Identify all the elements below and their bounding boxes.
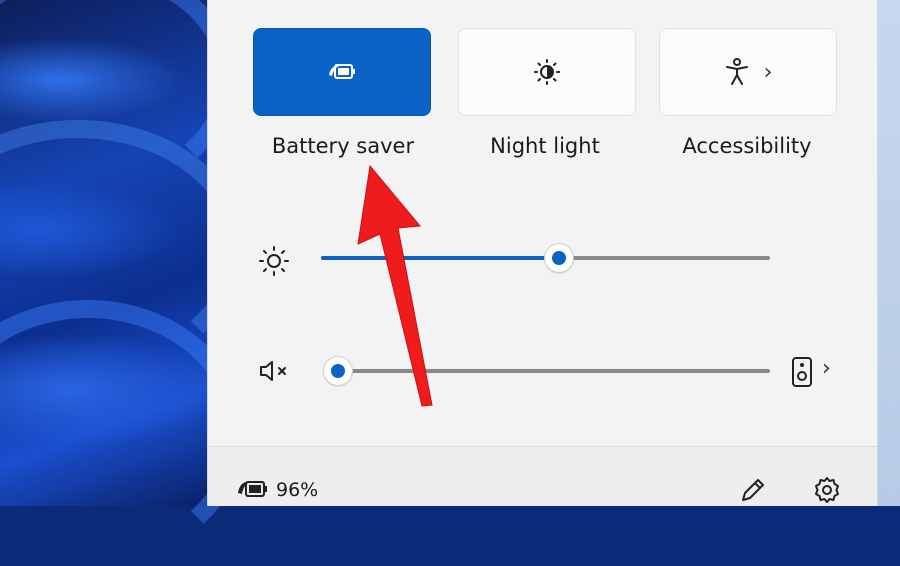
- night-light-icon: [534, 59, 560, 85]
- quick-settings-footer: 96%: [208, 447, 877, 506]
- night-light-tile[interactable]: [458, 28, 636, 116]
- pencil-icon[interactable]: [738, 475, 768, 505]
- night-light-label: Night light: [490, 134, 600, 158]
- desktop-wallpaper: [0, 0, 246, 566]
- brightness-slider-thumb[interactable]: [544, 244, 573, 272]
- quick-settings-panel: Battery saver Night light › Accessibilit…: [207, 0, 878, 506]
- accessibility-label: Accessibility: [682, 134, 812, 158]
- accessibility-tile[interactable]: ›: [659, 28, 837, 116]
- chevron-right-icon[interactable]: ›: [764, 60, 773, 85]
- battery-percent: 96%: [276, 479, 319, 501]
- volume-muted-icon[interactable]: [258, 358, 292, 384]
- speaker-icon[interactable]: [791, 356, 813, 388]
- gear-icon[interactable]: [812, 475, 842, 505]
- brightness-icon: [259, 246, 289, 276]
- battery-saver-tile[interactable]: [253, 28, 431, 116]
- chevron-right-icon[interactable]: ›: [822, 356, 831, 381]
- battery-saver-icon: [329, 64, 355, 79]
- accessibility-icon: [725, 58, 748, 85]
- red-arrow-icon: [357, 164, 433, 407]
- desktop-edge: [876, 0, 900, 506]
- battery-saver-icon[interactable]: [236, 477, 270, 501]
